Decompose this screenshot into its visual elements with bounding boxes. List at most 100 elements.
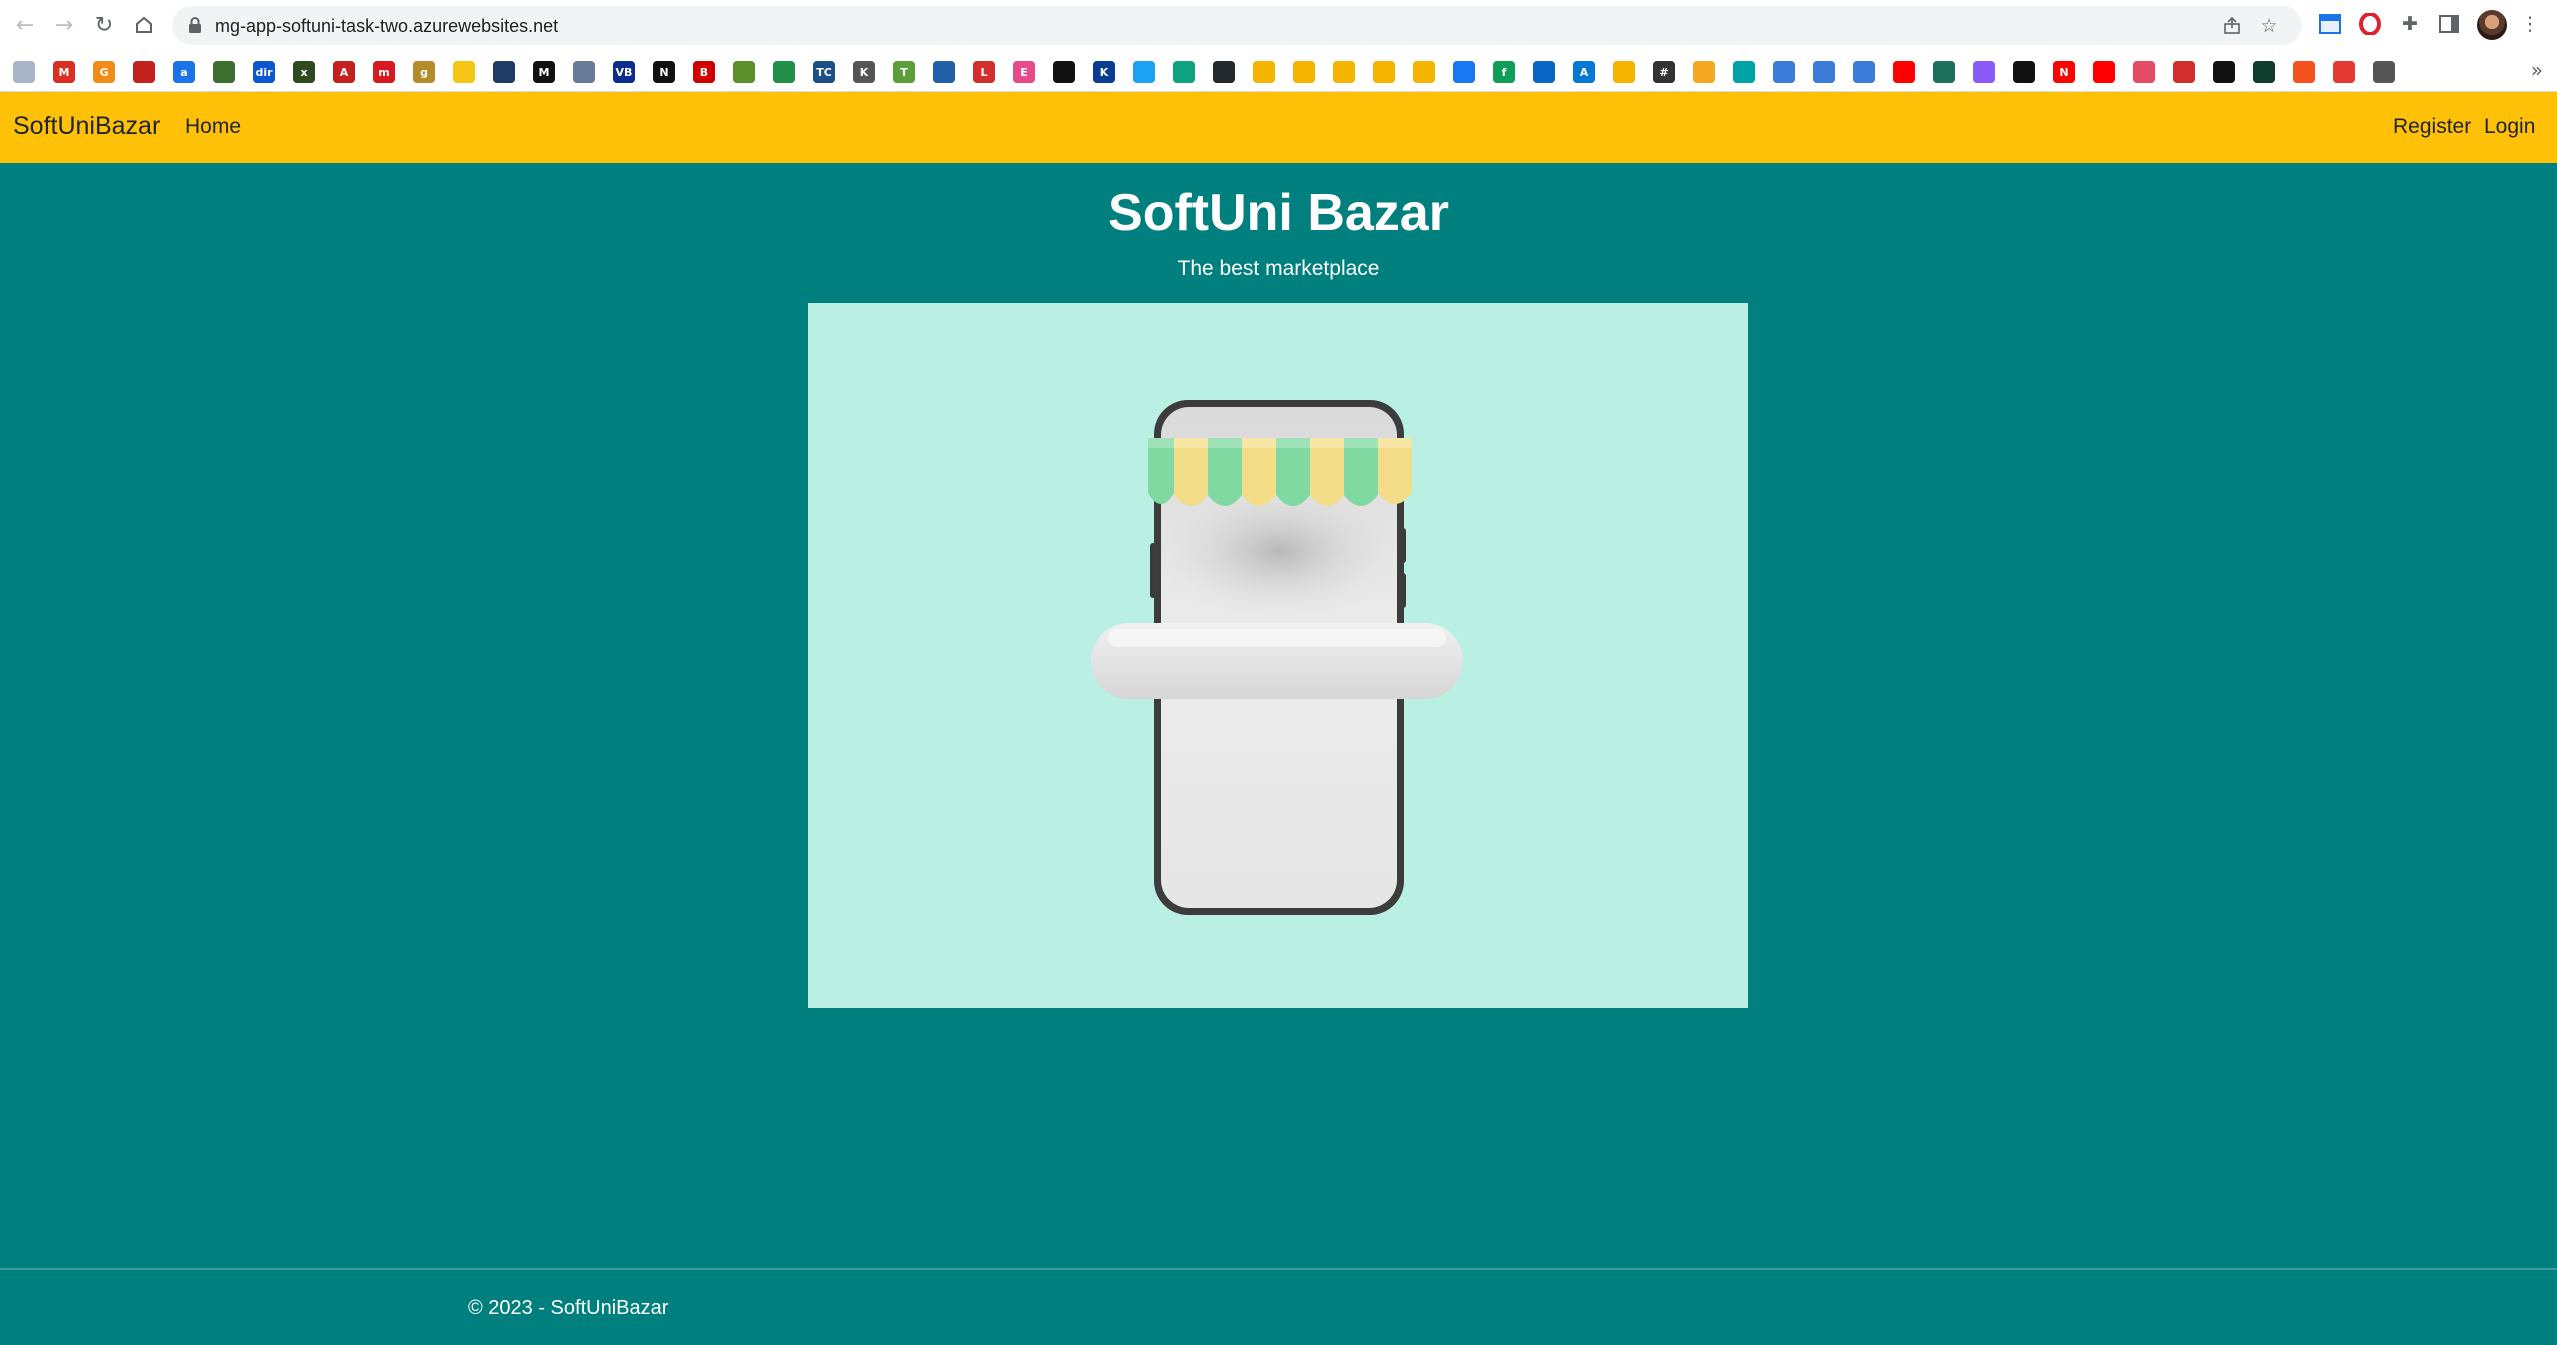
bookmark-icon[interactable] bbox=[2373, 61, 2395, 83]
bookmark-icon[interactable]: A bbox=[1573, 61, 1595, 83]
bookmark-icon[interactable]: A bbox=[333, 61, 355, 83]
bookmark-icon[interactable] bbox=[733, 61, 755, 83]
bookmark-icon[interactable] bbox=[1453, 61, 1475, 83]
bookmark-icon[interactable] bbox=[1933, 61, 1955, 83]
browser-toolbar: ← → ↻ mg-app-softuni-task-two.azurewebsi… bbox=[0, 0, 2557, 50]
bookmark-icon[interactable] bbox=[2213, 61, 2235, 83]
bookmark-icon[interactable] bbox=[1053, 61, 1075, 83]
brand-link[interactable]: SoftUniBazar bbox=[13, 112, 160, 141]
bookmark-icon[interactable] bbox=[2133, 61, 2155, 83]
bookmark-icon[interactable]: N bbox=[653, 61, 675, 83]
hero-image bbox=[808, 303, 1748, 1008]
bookmark-icon[interactable] bbox=[493, 61, 515, 83]
side-panel-icon bbox=[2439, 15, 2459, 33]
arrow-left-icon: ← bbox=[15, 12, 35, 38]
bookmark-icon[interactable]: G bbox=[93, 61, 115, 83]
bookmark-star-button[interactable]: ☆ bbox=[2257, 14, 2281, 38]
bookmark-icon[interactable] bbox=[1813, 61, 1835, 83]
lock-icon bbox=[189, 17, 201, 33]
bookmark-icon[interactable] bbox=[453, 61, 475, 83]
bookmark-icon[interactable] bbox=[1973, 61, 1995, 83]
bookmark-icon[interactable]: dir bbox=[253, 61, 275, 83]
address-bar[interactable]: mg-app-softuni-task-two.azurewebsites.ne… bbox=[172, 6, 2302, 45]
bookmark-icon[interactable] bbox=[1533, 61, 1555, 83]
bookmark-icon[interactable]: M bbox=[533, 61, 555, 83]
bookmark-icon[interactable] bbox=[2173, 61, 2195, 83]
bookmark-icon[interactable]: m bbox=[373, 61, 395, 83]
extension-button[interactable] bbox=[2317, 11, 2343, 37]
bookmark-icon[interactable] bbox=[1373, 61, 1395, 83]
profile-avatar[interactable] bbox=[2477, 10, 2507, 40]
nav-login-link[interactable]: Login bbox=[2484, 115, 2535, 139]
bookmark-icon[interactable]: VB bbox=[613, 61, 635, 83]
bookmark-icon[interactable] bbox=[2013, 61, 2035, 83]
opera-icon bbox=[2359, 13, 2381, 35]
arrow-right-icon: → bbox=[54, 12, 74, 38]
bookmark-icon[interactable]: TC bbox=[813, 61, 835, 83]
bookmark-icon[interactable] bbox=[2253, 61, 2275, 83]
bookmark-icon[interactable] bbox=[1693, 61, 1715, 83]
bookmark-icon[interactable]: L bbox=[973, 61, 995, 83]
bookmark-icon[interactable] bbox=[573, 61, 595, 83]
kebab-menu-icon: ⋮ bbox=[2520, 13, 2540, 35]
bookmark-icon[interactable] bbox=[1773, 61, 1795, 83]
bookmarks-bar: » M Ga dir x Am g M VB N B TC K T L E Kf A # N bbox=[0, 50, 2557, 92]
bookmark-icon[interactable]: # bbox=[1653, 61, 1675, 83]
share-button[interactable] bbox=[2220, 14, 2244, 38]
home-icon bbox=[136, 16, 152, 33]
site-navbar: SoftUniBazar Home Register Login bbox=[0, 92, 2557, 163]
share-icon bbox=[2224, 16, 2240, 34]
page-title: SoftUni Bazar bbox=[1108, 184, 1449, 242]
bookmark-icon[interactable]: f bbox=[1493, 61, 1515, 83]
bookmark-icon[interactable]: B bbox=[693, 61, 715, 83]
bookmark-icon[interactable] bbox=[1133, 61, 1155, 83]
bookmark-icon[interactable] bbox=[1733, 61, 1755, 83]
bookmark-icon[interactable] bbox=[1893, 61, 1915, 83]
bookmark-icon[interactable] bbox=[933, 61, 955, 83]
bookmark-icon[interactable] bbox=[213, 61, 235, 83]
browser-menu-button[interactable]: ⋮ bbox=[2517, 11, 2543, 37]
home-button[interactable] bbox=[129, 10, 159, 40]
bookmark-icon[interactable]: K bbox=[853, 61, 875, 83]
footer-copyright: © 2023 - SoftUniBazar bbox=[468, 1297, 669, 1319]
bookmark-icon[interactable]: M bbox=[53, 61, 75, 83]
bookmarks-more-button[interactable]: » bbox=[2531, 58, 2543, 82]
nav-register-link[interactable]: Register bbox=[2393, 115, 2471, 139]
bookmark-icon[interactable] bbox=[1173, 61, 1195, 83]
bookmark-icon[interactable] bbox=[2093, 61, 2115, 83]
star-icon: ☆ bbox=[2260, 15, 2278, 37]
bookmark-icon[interactable] bbox=[1293, 61, 1315, 83]
bookmark-icon[interactable] bbox=[133, 61, 155, 83]
extensions-button[interactable]: ✚ bbox=[2397, 11, 2423, 37]
window-extension-icon bbox=[2319, 14, 2341, 34]
phone-shop-illustration bbox=[1091, 400, 1463, 915]
back-button[interactable]: ← bbox=[10, 10, 40, 40]
nav-home-link[interactable]: Home bbox=[185, 115, 241, 139]
bookmark-icon[interactable] bbox=[1253, 61, 1275, 83]
site-footer: © 2023 - SoftUniBazar bbox=[0, 1268, 2557, 1345]
bookmark-icon[interactable]: x bbox=[293, 61, 315, 83]
puzzle-icon: ✚ bbox=[2402, 13, 2418, 35]
forward-button[interactable]: → bbox=[49, 10, 79, 40]
bookmark-icon[interactable] bbox=[13, 61, 35, 83]
bookmark-icon[interactable]: E bbox=[1013, 61, 1035, 83]
url-text[interactable]: mg-app-softuni-task-two.azurewebsites.ne… bbox=[215, 16, 558, 37]
bookmark-icon[interactable]: a bbox=[173, 61, 195, 83]
bookmark-icon[interactable] bbox=[773, 61, 795, 83]
bookmark-icon[interactable]: T bbox=[893, 61, 915, 83]
bookmark-icon[interactable]: N bbox=[2053, 61, 2075, 83]
bookmark-icon[interactable] bbox=[1213, 61, 1235, 83]
bookmark-icon[interactable] bbox=[1413, 61, 1435, 83]
page-subtitle: The best marketplace bbox=[1177, 257, 1380, 280]
bookmark-icon[interactable] bbox=[2333, 61, 2355, 83]
bookmark-icon[interactable] bbox=[1613, 61, 1635, 83]
bookmark-icon[interactable] bbox=[2293, 61, 2315, 83]
side-panel-button[interactable] bbox=[2436, 11, 2462, 37]
bookmark-icon[interactable] bbox=[1333, 61, 1355, 83]
reload-button[interactable]: ↻ bbox=[89, 10, 119, 40]
bookmark-icon[interactable] bbox=[1853, 61, 1875, 83]
reload-icon: ↻ bbox=[94, 12, 114, 38]
bookmark-icon[interactable]: g bbox=[413, 61, 435, 83]
opera-extension-button[interactable] bbox=[2357, 11, 2383, 37]
bookmark-icon[interactable]: K bbox=[1093, 61, 1115, 83]
